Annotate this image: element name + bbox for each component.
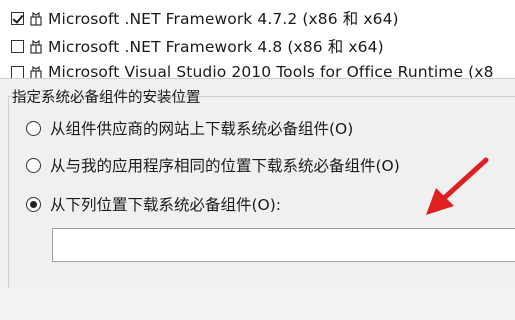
list-item[interactable]: Microsoft Visual Studio 2010 Tools for O…: [11, 61, 515, 79]
package-icon: [30, 39, 42, 54]
checkbox[interactable]: [11, 65, 24, 78]
list-item[interactable]: Microsoft .NET Framework 4.8 (x86 和 x64): [11, 35, 515, 57]
list-item-label: Microsoft Visual Studio 2010 Tools for O…: [48, 63, 494, 79]
option-custom-location[interactable]: 从下列位置下载系统必备组件(O):: [26, 193, 281, 215]
radio-button[interactable]: [26, 120, 41, 136]
checkbox[interactable]: [11, 11, 24, 25]
location-path-input[interactable]: [52, 228, 515, 262]
dialog-footer: [0, 288, 515, 320]
prerequisites-list: Microsoft .NET Framework 4.7.2 (x86 和 x6…: [0, 0, 515, 79]
radio-label: 从下列位置下载系统必备组件(O):: [50, 196, 282, 214]
red-arrow-icon: [426, 157, 489, 215]
option-same-location[interactable]: 从与我的应用程序相同的位置下载系统必备组件(O): [26, 154, 400, 176]
radio-button[interactable]: [26, 157, 41, 173]
list-item-label: Microsoft .NET Framework 4.8 (x86 和 x64): [48, 38, 384, 56]
list-item[interactable]: Microsoft .NET Framework 4.7.2 (x86 和 x6…: [11, 7, 515, 29]
package-icon: [30, 65, 42, 78]
radio-label: 从与我的应用程序相同的位置下载系统必备组件(O): [50, 157, 400, 175]
package-icon: [30, 11, 42, 26]
checkbox[interactable]: [11, 39, 24, 53]
group-title: 指定系统必备组件的安装位置: [12, 90, 201, 106]
radio-button[interactable]: [26, 196, 41, 212]
radio-label: 从组件供应商的网站上下载系统必备组件(O): [50, 120, 354, 138]
option-vendor-website[interactable]: 从组件供应商的网站上下载系统必备组件(O): [26, 117, 353, 139]
list-item-label: Microsoft .NET Framework 4.7.2 (x86 和 x6…: [48, 10, 399, 28]
